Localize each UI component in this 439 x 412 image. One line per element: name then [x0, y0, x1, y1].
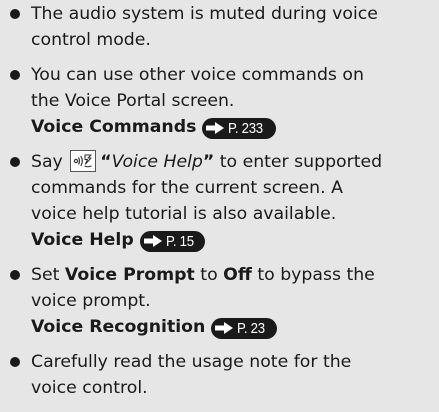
say-word: Say: [31, 152, 63, 172]
note-line: Set Voice Prompt to Off to bypass the: [31, 262, 433, 288]
note-line: Say “Voice Help” to enter supported: [31, 149, 433, 175]
note-voice-portal: You can use other voice commands on the …: [0, 62, 439, 140]
note-audio-muted: The audio system is muted during voice c…: [0, 0, 439, 53]
arrow-right-icon: [143, 235, 162, 247]
bullet-icon: [10, 157, 20, 167]
bullet-icon: [10, 9, 20, 19]
note-line: Carefully read the usage note for the: [31, 352, 352, 372]
to-word: to: [200, 265, 218, 285]
note-line: control mode.: [31, 30, 151, 50]
note-voice-prompt: Set Voice Prompt to Off to bypass the vo…: [0, 262, 439, 340]
cross-reference-label: Voice Help: [31, 230, 134, 250]
cross-reference: Voice Commands P. 233: [31, 114, 433, 140]
note-line: voice prompt.: [31, 291, 151, 311]
after-command-text: to enter supported: [214, 152, 383, 172]
page-reference-number: P. 23: [237, 319, 266, 337]
cross-reference: Voice Help P. 15: [31, 227, 433, 253]
set-word: Set: [31, 265, 60, 285]
bullet-icon: [10, 270, 20, 280]
page-reference-link[interactable]: P. 23: [211, 317, 277, 339]
setting-name: Voice Prompt: [64, 265, 195, 285]
page-reference-link[interactable]: P. 15: [139, 230, 206, 252]
note-line: commands for the current screen. A: [31, 178, 343, 198]
cross-reference-label: Voice Commands: [31, 117, 197, 137]
note-line: You can use other voice commands on: [31, 65, 364, 85]
note-line: voice help tutorial is also available.: [31, 204, 337, 224]
note-line: voice control.: [31, 378, 148, 398]
bullet-icon: [10, 70, 20, 80]
page-reference-number: P. 233: [228, 119, 264, 137]
cross-reference: Voice Recognition P. 23: [31, 314, 433, 340]
quote-open: “: [100, 152, 112, 172]
bullet-icon: [10, 357, 20, 367]
cross-reference-label: Voice Recognition: [31, 317, 206, 337]
note-line: The audio system is muted during voice: [31, 4, 378, 24]
arrow-right-icon: [215, 322, 234, 334]
voice-control-notes: The audio system is muted during voice c…: [0, 0, 439, 401]
page-reference-link[interactable]: P. 233: [202, 117, 277, 139]
arrow-right-icon: [206, 122, 225, 134]
setting-value: Off: [223, 265, 252, 285]
quote-close: ”: [202, 152, 215, 172]
voice-talk-button-icon: [70, 150, 97, 172]
after-value-text: to bypass the: [257, 265, 375, 285]
note-voice-help: Say “Voice Help” to enter supported comm…: [0, 149, 439, 253]
voice-command-name: Voice Help: [111, 152, 203, 172]
note-usage: Carefully read the usage note for the vo…: [0, 349, 439, 401]
note-line: the Voice Portal screen.: [31, 91, 235, 111]
page-reference-number: P. 15: [165, 232, 194, 250]
